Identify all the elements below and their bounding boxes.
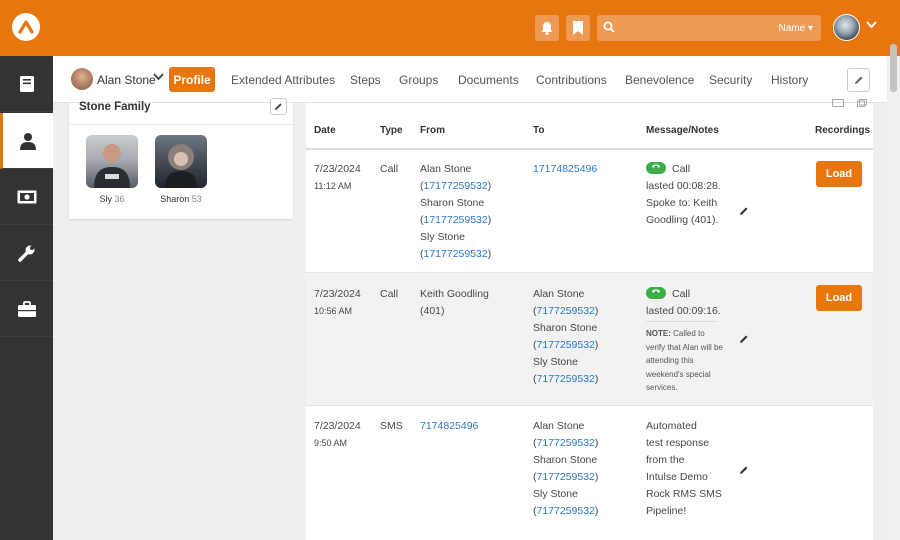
- member-label-sharon[interactable]: Sharon 53: [146, 194, 216, 204]
- member-photo-sly[interactable]: [86, 135, 138, 188]
- row-message: Call lasted 00:09:16.: [646, 287, 721, 317]
- column-header-recordings[interactable]: Recordings: [815, 125, 870, 136]
- wrench-icon: [17, 245, 34, 262]
- row-from: Alan Stone (17177259532) Sharon Stone (171…: [420, 163, 492, 260]
- load-recording-button[interactable]: Load: [816, 161, 862, 187]
- pencil-icon[interactable]: [739, 334, 749, 344]
- column-header-to[interactable]: To: [533, 125, 544, 136]
- chevron-down-icon[interactable]: [866, 21, 877, 29]
- search-bar: Name ▾: [597, 15, 821, 41]
- phone-link[interactable]: 7177259532: [537, 339, 595, 351]
- search-filter-dropdown[interactable]: Name ▾: [779, 23, 813, 34]
- family-title: Stone Family: [79, 101, 151, 113]
- divider: [69, 124, 293, 125]
- phone-link[interactable]: 7177259532: [537, 305, 595, 317]
- copy-icon[interactable]: [857, 99, 867, 107]
- phone-icon: [646, 287, 666, 299]
- row-to: 17174825496: [533, 161, 597, 178]
- member-label-sly[interactable]: Sly 36: [77, 194, 147, 204]
- row-date: 7/23/2024 11:12 AM: [314, 163, 361, 191]
- divider: [646, 321, 718, 322]
- tab-profile[interactable]: Profile: [169, 67, 215, 92]
- row-type: Call: [380, 288, 399, 300]
- call-note: NOTE: Called to verify that Alan will be…: [646, 329, 723, 392]
- row-date: 7/23/2024 9:50 AM: [314, 420, 361, 448]
- tab-steps[interactable]: Steps: [350, 73, 381, 87]
- phone-link[interactable]: 17177259532: [424, 248, 488, 260]
- phone-icon: [646, 162, 666, 174]
- search-input[interactable]: [621, 18, 771, 38]
- row-date: 7/23/2024 10:56 AM: [314, 288, 361, 316]
- sidebar-item-tools[interactable]: [0, 225, 53, 281]
- tab-history[interactable]: History: [771, 73, 808, 87]
- sidebar-item-admin[interactable]: [0, 281, 53, 337]
- tab-extended-attributes[interactable]: Extended Attributes: [231, 73, 335, 87]
- tab-security[interactable]: Security: [709, 73, 752, 87]
- person-name[interactable]: Alan Stone: [97, 73, 156, 87]
- bell-icon[interactable]: [535, 15, 559, 41]
- book-icon: [19, 75, 34, 92]
- phone-link[interactable]: 7177259532: [537, 437, 595, 449]
- phone-link[interactable]: 17174825496: [533, 163, 597, 175]
- column-header-type[interactable]: Type: [380, 125, 403, 136]
- phone-link[interactable]: 7177259532: [537, 505, 595, 517]
- phone-link[interactable]: 17177259532: [424, 180, 488, 192]
- sidebar-item-content[interactable]: [0, 56, 53, 112]
- row-type: SMS: [380, 420, 403, 432]
- column-header-from[interactable]: From: [420, 125, 445, 136]
- phone-link[interactable]: 7177259532: [537, 373, 595, 385]
- row-message: Automated test response from the Intulse…: [646, 420, 722, 517]
- scrollbar-thumb[interactable]: [890, 44, 897, 92]
- row-type: Call: [380, 163, 399, 175]
- row-from: Keith Goodling (401): [420, 288, 489, 317]
- user-avatar[interactable]: [833, 14, 860, 41]
- tab-documents[interactable]: Documents: [458, 73, 519, 87]
- rock-logo[interactable]: [12, 13, 40, 41]
- briefcase-icon: [17, 300, 36, 317]
- row-message: Call lasted 00:08:28. Spoke to: Keith Go…: [646, 162, 721, 226]
- load-recording-button[interactable]: Load: [816, 285, 862, 311]
- search-icon: [603, 21, 615, 33]
- chevron-down-icon[interactable]: [153, 73, 164, 81]
- pencil-icon: [274, 103, 282, 111]
- bookmark-icon[interactable]: [566, 15, 590, 41]
- pencil-icon: [854, 76, 862, 84]
- tab-contributions[interactable]: Contributions: [536, 73, 607, 87]
- column-header-date[interactable]: Date: [314, 125, 336, 136]
- person-avatar[interactable]: [71, 68, 93, 90]
- sidebar-item-finance[interactable]: [0, 169, 53, 225]
- edit-button[interactable]: [847, 68, 870, 92]
- export-icon[interactable]: [832, 99, 844, 107]
- pencil-icon[interactable]: [739, 206, 749, 216]
- pencil-icon[interactable]: [739, 465, 749, 475]
- column-header-message[interactable]: Message/Notes: [646, 125, 719, 136]
- phone-link[interactable]: 7177259532: [537, 471, 595, 483]
- scrollbar[interactable]: [887, 56, 900, 540]
- row-from: 7174825496: [420, 418, 478, 435]
- row-to: Alan Stone (7177259532) Sharon Stone (7177…: [533, 288, 599, 385]
- phone-link[interactable]: 7174825496: [420, 420, 478, 432]
- tab-benevolence[interactable]: Benevolence: [625, 73, 694, 87]
- phone-link[interactable]: 17177259532: [424, 214, 488, 226]
- member-photo-sharon[interactable]: [155, 135, 207, 188]
- tab-groups[interactable]: Groups: [399, 73, 438, 87]
- row-to: Alan Stone (7177259532) Sharon Stone (7177…: [533, 420, 599, 517]
- sidebar: [0, 56, 53, 540]
- person-icon: [20, 132, 36, 150]
- sidebar-item-people[interactable]: [0, 113, 53, 169]
- money-icon: [17, 190, 36, 203]
- edit-family-button[interactable]: [270, 98, 287, 115]
